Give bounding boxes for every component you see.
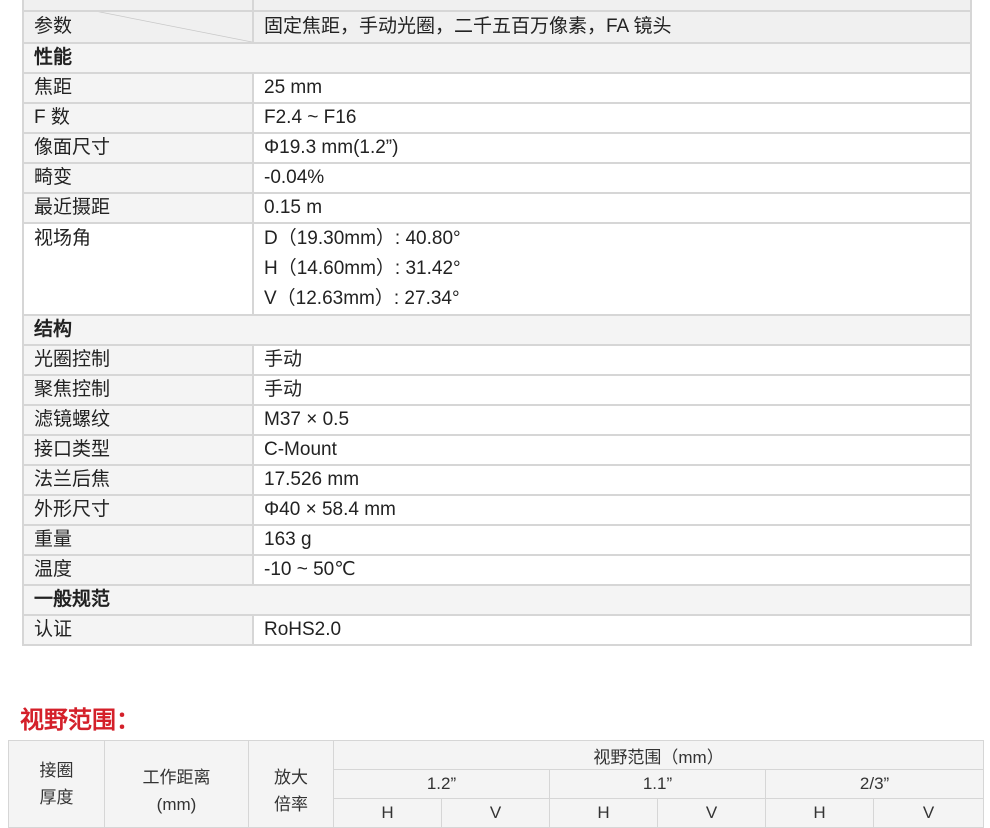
row-value: 25 mm [252, 72, 972, 104]
spec-row-dimensions: 外形尺寸 Φ40 × 58.4 mm [22, 494, 972, 526]
header-ring-thickness: 接圈 厚度 [8, 740, 105, 828]
row-value: F2.4 ~ F16 [252, 102, 972, 134]
spec-row-distortion: 畸变 -0.04% [22, 162, 972, 194]
row-label: 光圈控制 [22, 344, 254, 376]
spec-row-iris-control: 光圈控制 手动 [22, 344, 972, 376]
header-magnification: 放大 倍率 [248, 740, 334, 828]
header-sensor-2-3: 2/3” [764, 769, 985, 799]
row-label: F 数 [22, 102, 254, 134]
section-structure: 结构 [22, 314, 972, 346]
param-label: 参数 [34, 16, 73, 37]
spec-row-mount: 接口类型 C-Mount [22, 434, 972, 466]
header-axis-v: V [441, 798, 550, 828]
spec-row-temperature: 温度 -10 ~ 50℃ [22, 554, 972, 586]
spec-row-filter-thread: 滤镜螺纹 M37 × 0.5 [22, 404, 972, 436]
fov-horizontal: H（14.60mm）: 31.42° [264, 258, 461, 279]
row-label: 聚焦控制 [22, 374, 254, 406]
row-value: 0.15 m [252, 192, 972, 224]
row-value: M37 × 0.5 [252, 404, 972, 436]
section-performance: 性能 [22, 42, 972, 74]
fov-diagonal: D（19.30mm）: 40.80° [264, 228, 461, 249]
header-axis-h: H [333, 798, 442, 828]
spec-row-focus-control: 聚焦控制 手动 [22, 374, 972, 406]
fov-table: 接圈 厚度 工作距离 (mm) 放大 倍率 视野范围（mm） 1.2” 1.1”… [8, 740, 985, 828]
spec-row-params: 参数 固定焦距，手动光圈，二千五百万像素，FA 镜头 [22, 10, 972, 44]
row-label: 视场角 [22, 222, 254, 316]
header-mag-line-2: 倍率 [274, 795, 308, 814]
spec-row-flange: 法兰后焦 17.526 mm [22, 464, 972, 496]
row-label: 重量 [22, 524, 254, 556]
header-mag-line-1: 放大 [274, 768, 308, 787]
row-label: 认证 [22, 614, 254, 646]
row-value: Φ40 × 58.4 mm [252, 494, 972, 526]
model-value: MVL-KF2524M-25MP [252, 0, 972, 12]
header-wd-line-2: (mm) [156, 795, 197, 814]
section-general: 一般规范 [22, 584, 972, 616]
row-label: 接口类型 [22, 434, 254, 466]
row-label: 滤镜螺纹 [22, 404, 254, 436]
spec-row-image-size: 像面尺寸 Φ19.3 mm(1.2”) [22, 132, 972, 164]
row-value: -10 ~ 50℃ [252, 554, 972, 586]
spec-row-mod: 最近摄距 0.15 m [22, 192, 972, 224]
section-title: 一般规范 [22, 584, 972, 616]
section-title: 性能 [22, 42, 972, 74]
header-ring-line-1: 接圈 [39, 761, 74, 780]
header-fov-range: 视野范围（mm） [332, 740, 985, 770]
spec-row-model: 型 号 MVL-KF2524M-25MP [22, 0, 972, 12]
row-value: Φ19.3 mm(1.2”) [252, 132, 972, 164]
header-wd-line-1: 工作距离 [142, 768, 211, 787]
row-value: 手动 [252, 374, 972, 406]
spec-row-fov: 视场角 D（19.30mm）: 40.80° H（14.60mm）: 31.42… [22, 222, 972, 316]
row-label: 温度 [22, 554, 254, 586]
row-value: 手动 [252, 344, 972, 376]
row-label: 畸变 [22, 162, 254, 194]
row-label: 像面尺寸 [22, 132, 254, 164]
header-axis-h: H [549, 798, 658, 828]
row-value: -0.04% [252, 162, 972, 194]
param-value: 固定焦距，手动光圈，二千五百万像素，FA 镜头 [252, 10, 972, 44]
row-value: 163 g [252, 524, 972, 556]
header-axis-h: H [765, 798, 874, 828]
row-label: 外形尺寸 [22, 494, 254, 526]
spec-row-weight: 重量 163 g [22, 524, 972, 556]
header-axis-v: V [657, 798, 766, 828]
spec-row-certification: 认证 RoHS2.0 [22, 614, 972, 646]
header-sensor-1-2: 1.2” [333, 769, 550, 799]
spec-sheet: 型 号 MVL-KF2524M-25MP 参数 固定焦距，手动光圈，二千五百万像… [0, 0, 990, 828]
spec-row-f-number: F 数 F2.4 ~ F16 [22, 102, 972, 134]
row-value: C-Mount [252, 434, 972, 466]
section-title: 结构 [22, 314, 972, 346]
spec-table: 型 号 MVL-KF2524M-25MP 参数 固定焦距，手动光圈，二千五百万像… [22, 0, 972, 646]
model-label-cell: 型 号 [22, 0, 254, 12]
row-label: 法兰后焦 [22, 464, 254, 496]
param-label-cell: 参数 [22, 10, 254, 44]
header-axis-v: V [872, 798, 985, 828]
row-value: RoHS2.0 [252, 614, 972, 646]
header-ring-line-2: 厚度 [39, 788, 74, 807]
row-label: 最近摄距 [22, 192, 254, 224]
fov-header-row-1: 接圈 厚度 工作距离 (mm) 放大 倍率 视野范围（mm） [8, 740, 985, 828]
header-sensor-1-1: 1.1” [549, 769, 766, 799]
row-value: 17.526 mm [252, 464, 972, 496]
row-label: 焦距 [22, 72, 254, 104]
fov-section-heading: 视野范围： [20, 707, 140, 734]
fov-values: D（19.30mm）: 40.80° H（14.60mm）: 31.42° V（… [252, 222, 972, 316]
header-working-distance: 工作距离 (mm) [104, 740, 249, 828]
spec-row-focal-length: 焦距 25 mm [22, 72, 972, 104]
fov-vertical: V（12.63mm）: 27.34° [264, 288, 460, 309]
